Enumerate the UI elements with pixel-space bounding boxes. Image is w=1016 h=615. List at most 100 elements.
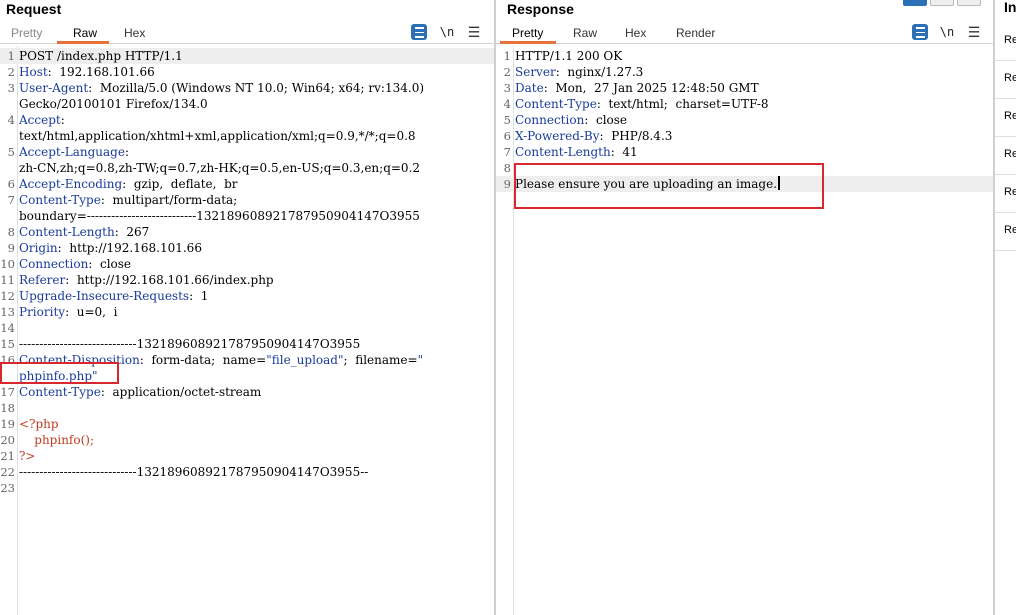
code-text: zh-CN,zh;q=0.8,zh-TW;q=0.7,zh-HK;q=0.5,e… — [19, 161, 421, 175]
code-line[interactable]: 12 Upgrade-Insecure-Requests: 1 — [0, 288, 494, 304]
line-content: Server: nginx/1.27.3 — [515, 64, 643, 80]
request-tab-raw[interactable]: Raw — [73, 26, 97, 40]
code-line[interactable]: 5 Accept-Language: — [0, 144, 494, 160]
code-text: : 41 — [610, 145, 638, 159]
line-number: 15 — [0, 337, 15, 351]
line-number: 10 — [0, 257, 15, 271]
code-text: : Mozilla/5.0 (Windows NT 10.0; Win64; x… — [88, 81, 425, 95]
code-line[interactable]: 2 Host: 192.168.101.66 — [0, 64, 494, 80]
code-line[interactable]: 13 Priority: u=0, i — [0, 304, 494, 320]
line-content: boundary=---------------------------1321… — [19, 208, 420, 224]
code-text: : http://192.168.101.66/index.php — [65, 273, 274, 287]
response-active-tab-indicator — [500, 41, 556, 44]
code-line[interactable]: 22 -----------------------------132189608… — [0, 464, 494, 480]
code-text: : Mon, 27 Jan 2025 12:48:50 GMT — [543, 81, 759, 95]
code-line[interactable]: 6 Accept-Encoding: gzip, deflate, br — [0, 176, 494, 192]
code-line[interactable]: 21 ?> — [0, 448, 494, 464]
line-number: 4 — [503, 97, 511, 111]
line-number: 12 — [0, 289, 15, 303]
code-line[interactable]: text/html,application/xhtml+xml,applicat… — [0, 128, 494, 144]
code-line[interactable]: 7 Content-Type: multipart/form-data; — [0, 192, 494, 208]
word-wrap-icon[interactable] — [411, 24, 427, 40]
code-line[interactable]: 3 Date: Mon, 27 Jan 2025 12:48:50 GMT — [496, 80, 993, 96]
line-content: Content-Type: text/html; charset=UTF-8 — [515, 96, 769, 112]
code-line[interactable]: zh-CN,zh;q=0.8,zh-TW;q=0.7,zh-HK;q=0.5,e… — [0, 160, 494, 176]
line-number: 1 — [7, 49, 15, 63]
line-number: 6 — [7, 177, 15, 191]
response-tab-raw[interactable]: Raw — [573, 26, 597, 40]
line-number: 4 — [7, 113, 15, 127]
newline-icon[interactable]: \n — [439, 24, 455, 40]
code-line[interactable]: 1 POST /index.php HTTP/1.1 — [0, 48, 494, 64]
code-line[interactable]: 7 Content-Length: 41 — [496, 144, 993, 160]
inspector-item[interactable]: Re — [995, 213, 1016, 251]
request-tab-hex[interactable]: Hex — [124, 26, 145, 40]
code-text: boundary=---------------------------1321… — [19, 209, 420, 223]
code-line[interactable]: 5 Connection: close — [496, 112, 993, 128]
code-line[interactable]: 10 Connection: close — [0, 256, 494, 272]
menu-icon[interactable]: ☰ — [466, 24, 482, 40]
highlight-box-filename — [0, 362, 119, 384]
response-tab-hex[interactable]: Hex — [625, 26, 646, 40]
header-name: Content-Length — [19, 225, 115, 239]
line-number: 9 — [7, 241, 15, 255]
header-name: Content-Type — [19, 193, 101, 207]
layout-toggle-icon[interactable] — [930, 0, 954, 6]
code-line[interactable]: 23 — [0, 480, 494, 496]
code-text: : — [60, 113, 65, 127]
layout-toggle-icon[interactable] — [957, 0, 981, 6]
code-text: : 1 — [189, 289, 209, 303]
line-content: Accept-Encoding: gzip, deflate, br — [19, 176, 238, 192]
header-name: Content-Type — [515, 97, 597, 111]
inspector-item[interactable]: Re — [995, 99, 1016, 137]
inspector-item[interactable]: Re — [995, 137, 1016, 175]
code-line[interactable]: boundary=---------------------------1321… — [0, 208, 494, 224]
response-editor[interactable]: 1 HTTP/1.1 200 OK 2 Server: nginx/1.27.3 3 Da… — [496, 46, 993, 615]
menu-icon[interactable]: ☰ — [966, 24, 982, 40]
header-name: Connection — [19, 257, 89, 271]
code-line[interactable]: 9 Origin: http://192.168.101.66 — [0, 240, 494, 256]
line-number: 13 — [0, 305, 15, 319]
code-line[interactable]: 19 <?php — [0, 416, 494, 432]
code-line[interactable]: 4 Content-Type: text/html; charset=UTF-8 — [496, 96, 993, 112]
code-text: : gzip, deflate, br — [122, 177, 238, 191]
word-wrap-icon[interactable] — [912, 24, 928, 40]
inspector-item[interactable]: Re — [995, 61, 1016, 99]
header-name: Connection — [515, 113, 585, 127]
line-content: Content-Length: 41 — [515, 144, 638, 160]
code-line[interactable]: 11 Referer: http://192.168.101.66/index.p… — [0, 272, 494, 288]
code-text: -----------------------------13218960892… — [19, 337, 361, 351]
code-line[interactable]: 1 HTTP/1.1 200 OK — [496, 48, 993, 64]
request-active-tab-indicator — [57, 41, 109, 44]
code-line[interactable]: 14 — [0, 320, 494, 336]
code-text: text/html,application/xhtml+xml,applicat… — [19, 129, 416, 143]
layout-toggle-icon[interactable] — [903, 0, 927, 6]
code-line[interactable]: 6 X-Powered-By: PHP/8.4.3 — [496, 128, 993, 144]
code-text: : 267 — [114, 225, 150, 239]
response-tab-pretty[interactable]: Pretty — [512, 26, 543, 40]
header-name: X-Powered-By — [515, 129, 600, 143]
request-tab-pretty[interactable]: Pretty — [11, 26, 42, 40]
inspector-item[interactable]: Re — [995, 23, 1016, 61]
code-line[interactable]: 20 phpinfo(); — [0, 432, 494, 448]
code-text: : text/html; charset=UTF-8 — [596, 97, 769, 111]
code-line[interactable]: 4 Accept: — [0, 112, 494, 128]
inspector-panel: In Re Re Re Re Re Re — [995, 0, 1016, 615]
inspector-item[interactable]: Re — [995, 175, 1016, 213]
line-content: Connection: close — [19, 256, 131, 272]
request-editor[interactable]: 1 POST /index.php HTTP/1.1 2 Host: 192.168.… — [0, 46, 494, 615]
header-name: Content-Length — [515, 145, 611, 159]
header-name: User-Agent — [19, 81, 89, 95]
code-text: : close — [88, 257, 132, 271]
response-tab-render[interactable]: Render — [676, 26, 715, 40]
code-line[interactable]: 18 — [0, 400, 494, 416]
code-line[interactable]: 2 Server: nginx/1.27.3 — [496, 64, 993, 80]
code-line[interactable]: 17 Content-Type: application/octet-stream — [0, 384, 494, 400]
newline-icon[interactable]: \n — [939, 24, 955, 40]
line-content: Content-Type: multipart/form-data; — [19, 192, 237, 208]
code-text: Gecko/20100101 Firefox/134.0 — [19, 97, 208, 111]
code-line[interactable]: 3 User-Agent: Mozilla/5.0 (Windows NT 10.… — [0, 80, 494, 96]
code-line[interactable]: 8 Content-Length: 267 — [0, 224, 494, 240]
code-line[interactable]: 15 -----------------------------132189608… — [0, 336, 494, 352]
code-line[interactable]: Gecko/20100101 Firefox/134.0 — [0, 96, 494, 112]
